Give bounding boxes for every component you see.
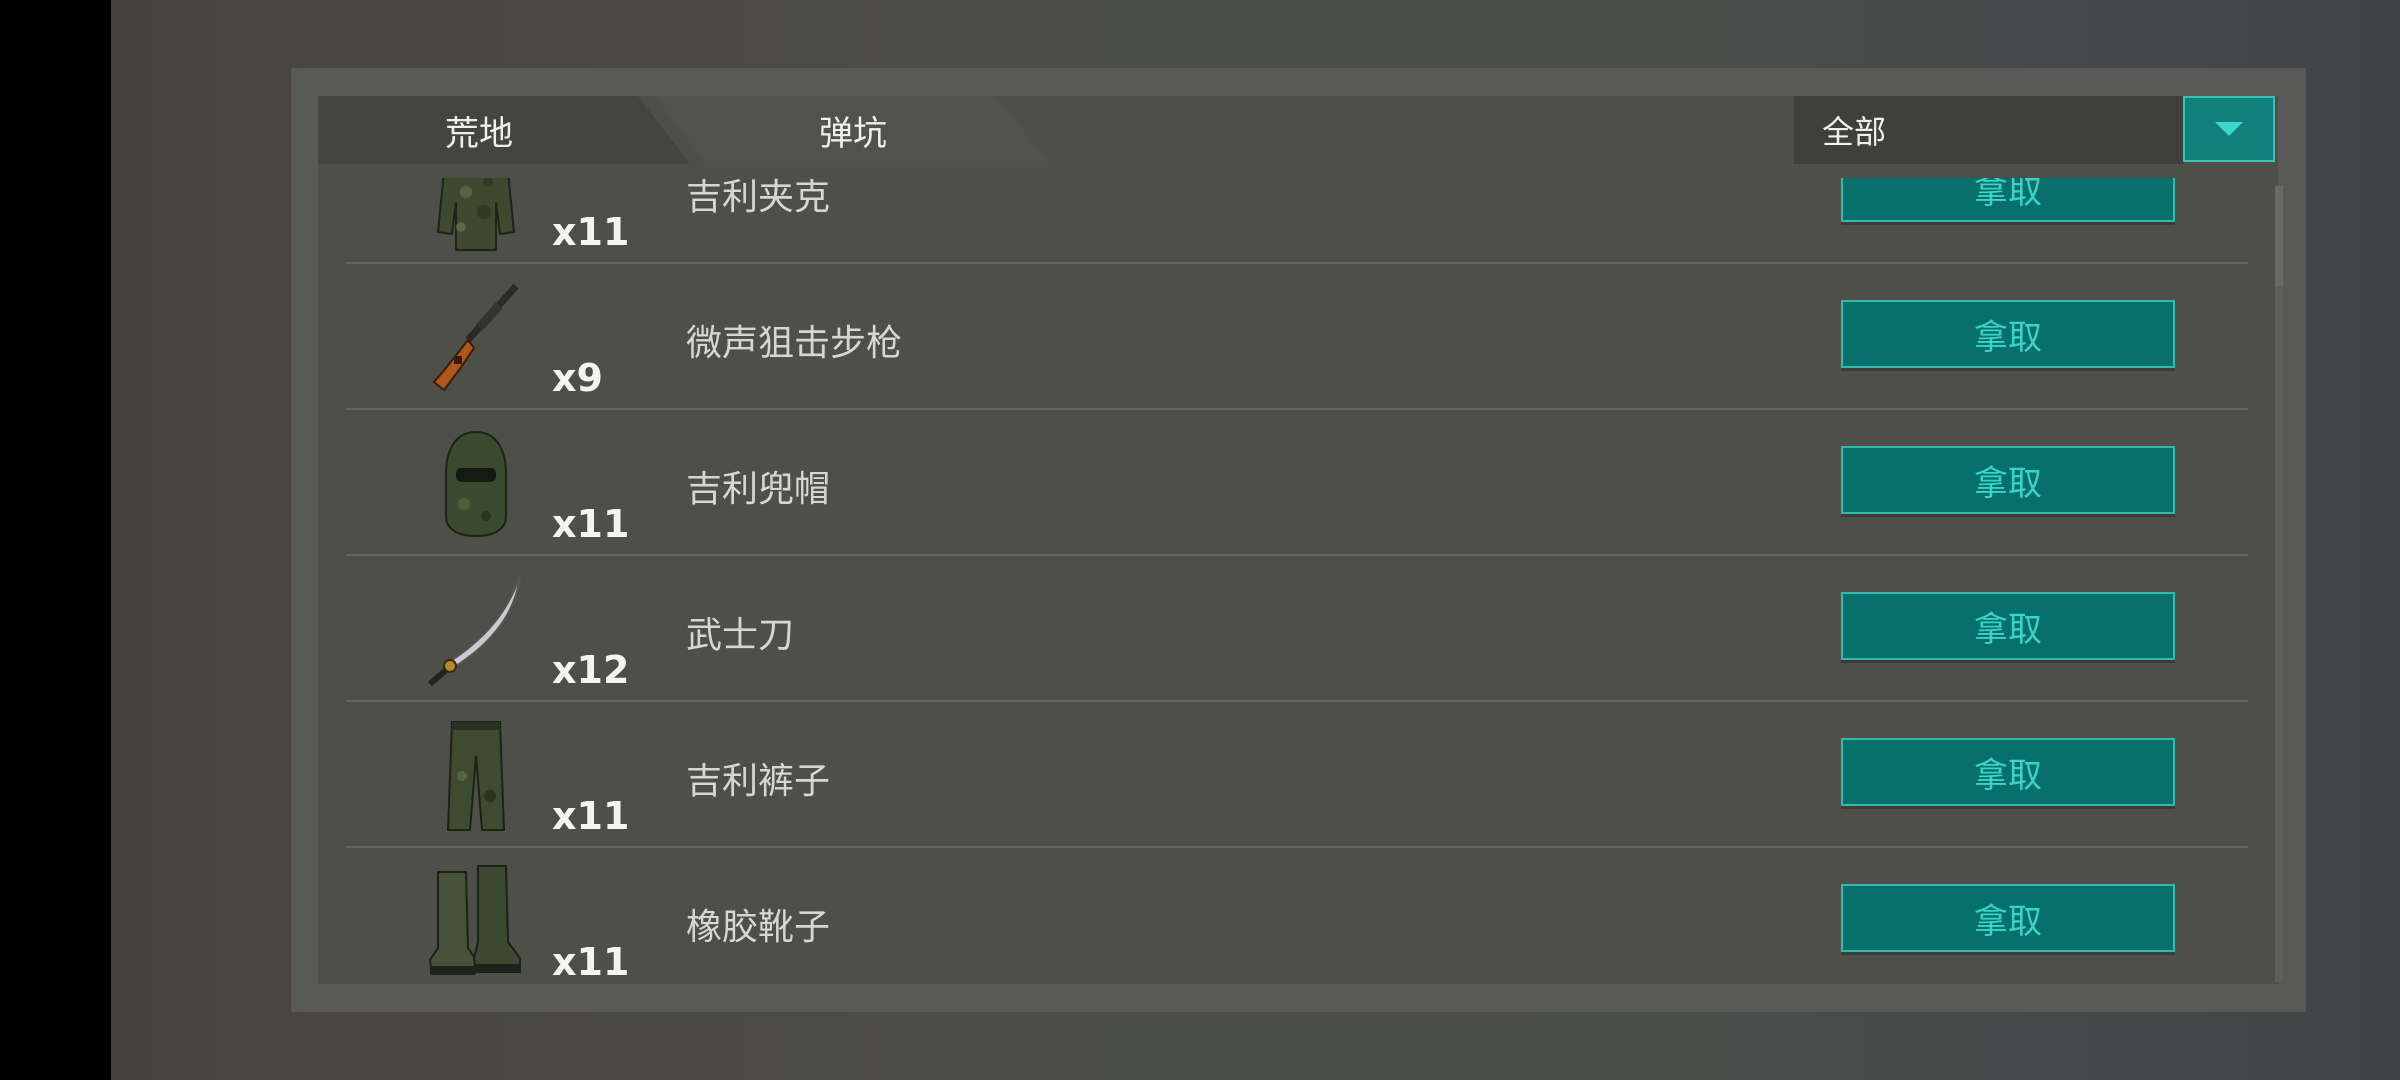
ghillie-pants-icon (446, 721, 506, 831)
tab-crater[interactable]: 弹坑 (655, 96, 1051, 164)
tab-wasteland[interactable]: 荒地 (318, 96, 690, 164)
ghillie-jacket-icon (436, 178, 516, 251)
list-scrollbar[interactable] (2275, 186, 2283, 982)
take-button[interactable]: 拿取 (1841, 592, 2175, 660)
item-name: 吉利兜帽 (686, 469, 831, 510)
filter-selected-value: 全部 (1822, 113, 1887, 151)
ghillie-hood-icon (445, 430, 507, 538)
item-list[interactable]: x11 吉利夹克 拿取 x9 微声狙击步枪 拿取 x11 吉利兜帽 拿取 x12… (318, 178, 2278, 982)
item-name: 橡胶靴子 (686, 907, 831, 948)
katana-icon (428, 575, 521, 687)
take-button[interactable]: 拿取 (1841, 300, 2175, 368)
rubber-boots-icon (428, 865, 521, 975)
list-item: x12 武士刀 拿取 (346, 556, 2248, 702)
list-item: x11 吉利裤子 拿取 (346, 702, 2248, 848)
item-count: x11 (552, 940, 630, 982)
scrollbar-thumb[interactable] (2275, 186, 2283, 286)
item-count: x11 (552, 502, 630, 546)
item-name: 微声狙击步枪 (686, 323, 903, 364)
take-button[interactable]: 拿取 (1841, 178, 2175, 222)
filter-dropdown-button[interactable] (2183, 96, 2275, 162)
list-item: x11 橡胶靴子 拿取 (346, 848, 2248, 982)
item-count: x9 (552, 356, 603, 400)
item-count: x11 (552, 210, 630, 254)
list-item: x11 吉利兜帽 拿取 (346, 410, 2248, 556)
take-button[interactable]: 拿取 (1841, 738, 2175, 806)
category-filter-dropdown[interactable]: 全部 (1794, 96, 2184, 164)
list-item: x11 吉利夹克 拿取 (346, 178, 2248, 264)
left-black-bar (0, 0, 111, 1080)
item-count: x12 (552, 648, 630, 692)
item-count: x11 (552, 794, 630, 838)
item-name: 吉利裤子 (686, 761, 831, 802)
game-background: 弹坑 荒地 全部 x11 吉利夹克 拿取 x9 微声狙击步枪 拿取 x11 吉利… (111, 0, 2400, 1080)
sniper-rifle-icon (432, 283, 519, 392)
item-name: 吉利夹克 (686, 178, 831, 218)
take-button[interactable]: 拿取 (1841, 446, 2175, 514)
list-item: x9 微声狙击步枪 拿取 (346, 264, 2248, 410)
chevron-down-icon (2215, 122, 2243, 136)
take-button[interactable]: 拿取 (1841, 884, 2175, 952)
item-name: 武士刀 (686, 615, 795, 656)
tab-wasteland-label: 荒地 (445, 113, 513, 154)
tab-crater-label: 弹坑 (819, 113, 887, 154)
